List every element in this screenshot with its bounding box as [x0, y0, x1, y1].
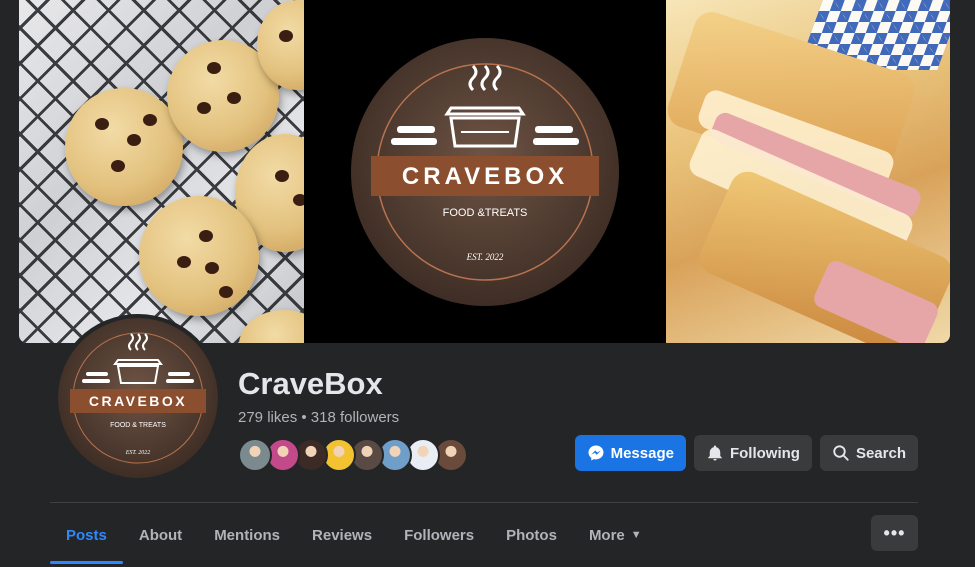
tab-label: Posts	[66, 526, 107, 544]
tab-mentions[interactable]: Mentions	[198, 510, 296, 560]
caret-down-icon: ▼	[630, 529, 642, 541]
tab-label: More	[588, 526, 625, 544]
profile-logo-brand: CRAVEBOX	[89, 393, 187, 409]
profile-logo: CRAVEBOX FOOD & TREATS EST. 2022	[58, 318, 218, 478]
page-actions: Message Following Search	[574, 435, 918, 471]
divider	[50, 502, 918, 503]
tab-followers[interactable]: Followers	[388, 510, 490, 560]
tab-label: Mentions	[214, 526, 281, 544]
following-button-label: Following	[729, 444, 800, 462]
cover-logo-panel: CRAVEBOX FOOD &TREATS EST. 2022	[304, 0, 666, 343]
tab-label: Photos	[506, 526, 557, 544]
profile-picture[interactable]: CRAVEBOX FOOD & TREATS EST. 2022	[54, 314, 222, 482]
tab-label: Followers	[404, 526, 475, 544]
tab-posts[interactable]: Posts	[50, 510, 123, 564]
tab-label: Reviews	[312, 526, 373, 544]
following-button[interactable]: Following	[693, 435, 812, 471]
tab-label: About	[138, 526, 183, 544]
tab-reviews[interactable]: Reviews	[296, 510, 388, 560]
profile-logo-est: EST. 2022	[125, 450, 151, 456]
tab-photos[interactable]: Photos	[490, 510, 573, 560]
message-button-label: Message	[610, 444, 674, 462]
cravebox-logo: CRAVEBOX FOOD &TREATS EST. 2022	[351, 38, 619, 306]
cover-logo-est: EST. 2022	[466, 252, 504, 262]
more-options-button[interactable]: •••	[871, 515, 918, 551]
follower-avatars[interactable]	[238, 438, 468, 472]
page-tabs: Posts About Mentions Reviews Followers P…	[50, 510, 658, 567]
messenger-icon	[588, 445, 604, 461]
search-icon	[833, 445, 849, 461]
cover-photo[interactable]: CRAVEBOX FOOD &TREATS EST. 2022	[19, 0, 950, 343]
follower-avatar[interactable]	[238, 438, 272, 472]
page-stats[interactable]: 279 likes • 318 followers	[238, 409, 399, 426]
cover-logo-brand: CRAVEBOX	[402, 163, 568, 190]
search-button[interactable]: Search	[819, 435, 918, 471]
bell-icon	[708, 445, 722, 461]
cover-cookies-image	[19, 0, 304, 343]
profile-logo-tagline: FOOD & TREATS	[110, 422, 166, 429]
page-title: CraveBox	[238, 366, 383, 401]
search-button-label: Search	[855, 444, 906, 462]
message-button[interactable]: Message	[574, 435, 686, 471]
tab-about[interactable]: About	[123, 510, 198, 560]
cover-logo-tagline: FOOD &TREATS	[443, 207, 528, 219]
tab-more[interactable]: More ▼	[573, 510, 658, 560]
cover-sandwich-image	[666, 0, 950, 343]
